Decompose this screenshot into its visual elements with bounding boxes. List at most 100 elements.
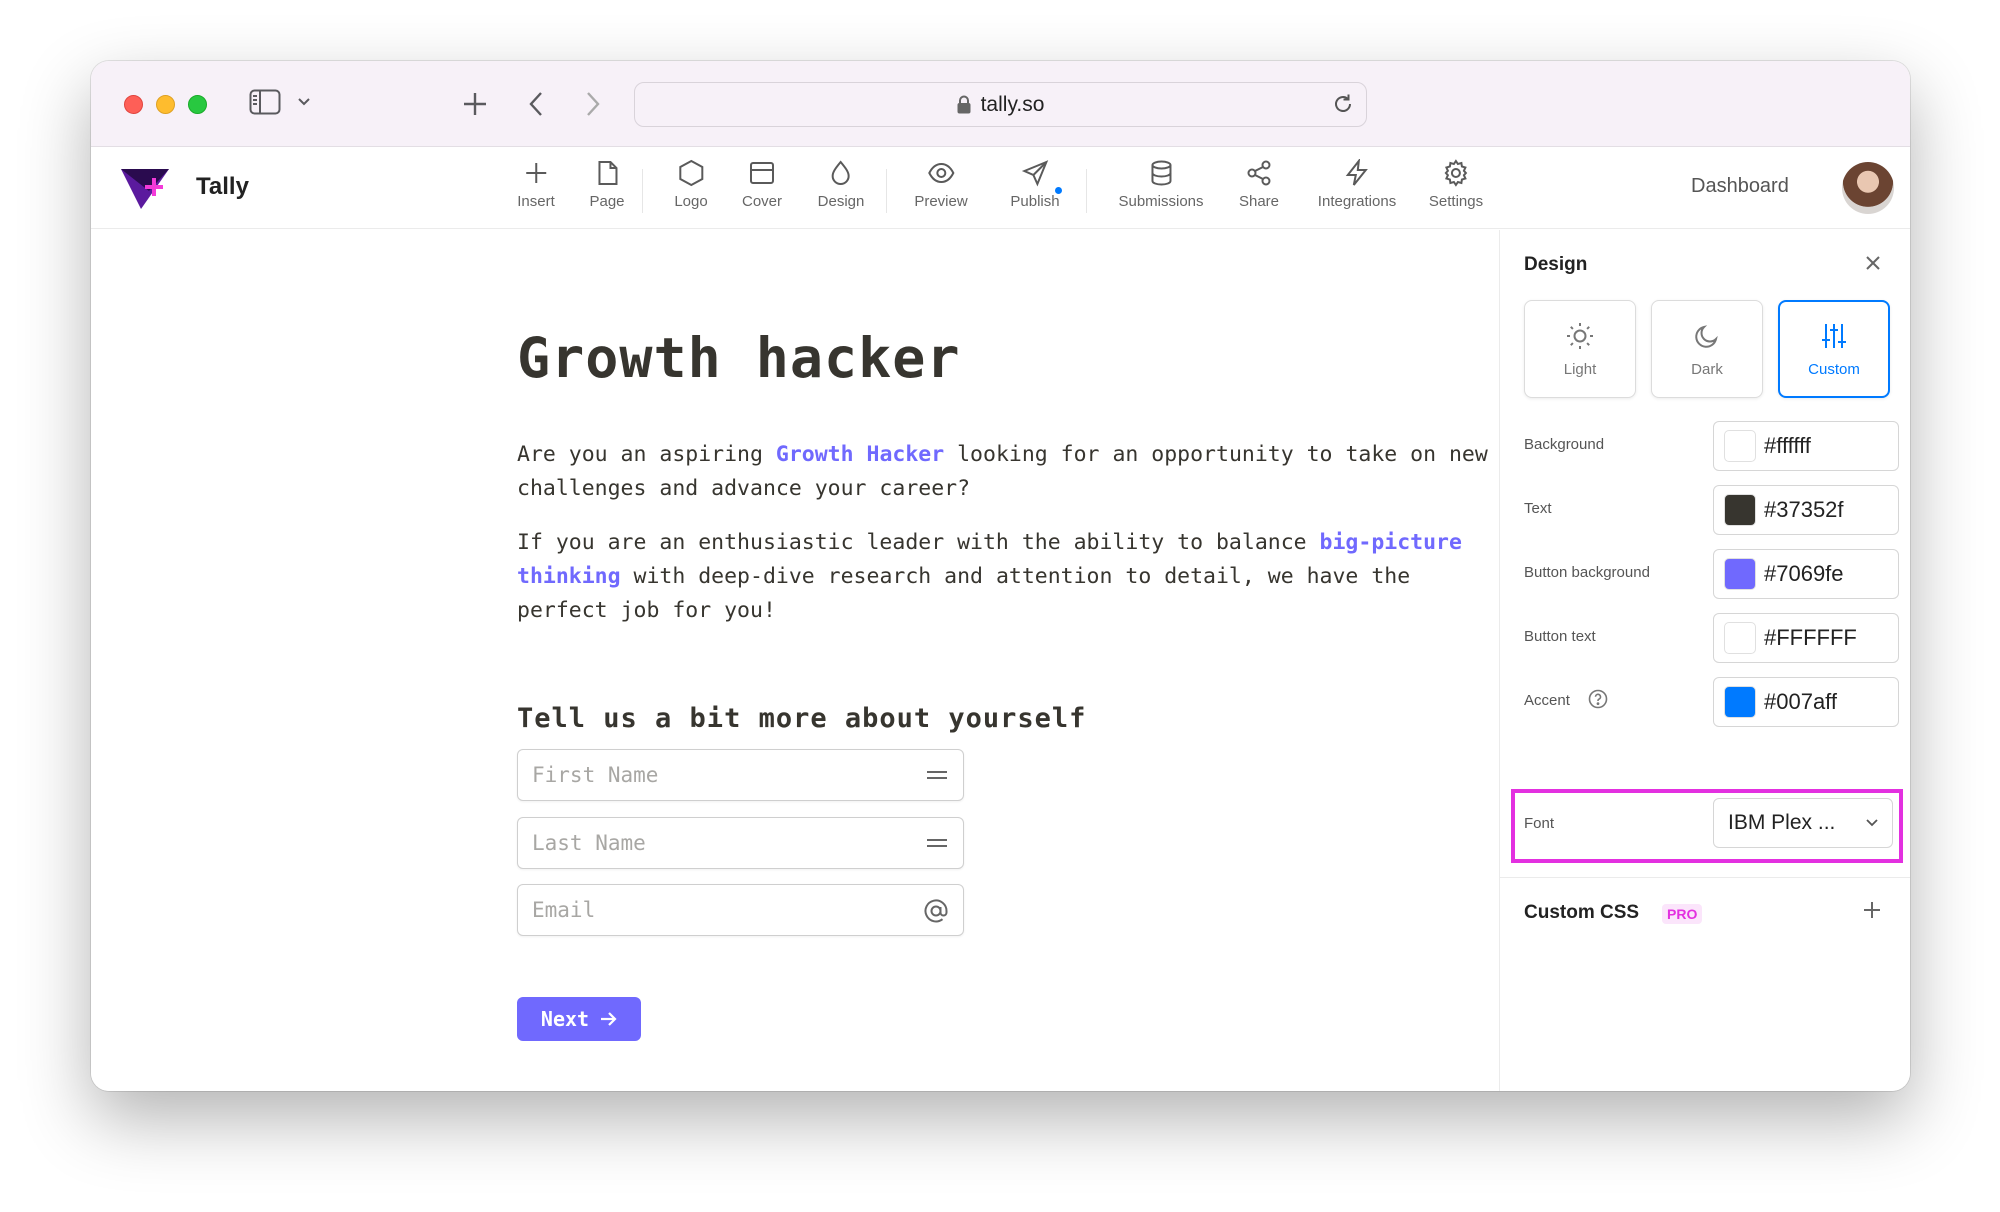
toolbar-insert-button[interactable]: Insert: [517, 159, 555, 210]
button-text-label: Button text: [1524, 628, 1596, 645]
toolbar-submissions-button[interactable]: Submissions: [1118, 159, 1204, 210]
toolbar-design-button[interactable]: Design: [818, 159, 864, 210]
tally-logo-icon[interactable]: [119, 165, 171, 211]
theme-label: Dark: [1691, 360, 1723, 378]
text-color-input[interactable]: #37352f: [1713, 485, 1899, 535]
lock-icon: [957, 95, 971, 114]
paragraph-highlight: Growth Hacker: [775, 442, 945, 467]
toolbar-label: Publish: [1010, 193, 1060, 210]
toolbar-label: Share: [1238, 193, 1280, 210]
plus-icon[interactable]: [1862, 900, 1882, 920]
accent-color-label: Accent: [1524, 692, 1570, 709]
next-button[interactable]: Next: [517, 997, 641, 1041]
section-title[interactable]: Tell us a bit more about yourself: [517, 703, 1086, 734]
browser-chrome: tally.so: [91, 61, 1910, 147]
toolbar-integrations-button[interactable]: Integrations: [1318, 159, 1396, 210]
short-text-icon: [927, 771, 947, 779]
browser-window: tally.so Tally Insert Page Logo Cover De…: [91, 61, 1910, 1091]
last-name-field[interactable]: [517, 817, 964, 869]
toolbar-cover-button[interactable]: Cover: [742, 159, 782, 210]
send-icon: [1021, 160, 1048, 187]
minimize-window-button[interactable]: [156, 95, 175, 114]
form-paragraph-2[interactable]: If you are an enthusiastic leader with t…: [517, 526, 1492, 628]
button-text-swatch[interactable]: [1724, 622, 1756, 654]
background-color-input[interactable]: #ffffff: [1713, 421, 1899, 471]
page-icon: [597, 161, 617, 185]
sliders-icon: [1822, 323, 1846, 348]
toolbar-preview-button[interactable]: Preview: [914, 159, 968, 210]
new-tab-icon[interactable]: [462, 91, 488, 117]
lightning-icon: [1345, 159, 1369, 186]
theme-dark-option[interactable]: Dark: [1651, 300, 1763, 398]
paragraph-text: If you are an enthusiastic leader with t…: [517, 530, 1320, 555]
button-background-label: Button background: [1524, 564, 1650, 581]
toolbar-publish-button[interactable]: Publish: [1010, 159, 1060, 210]
theme-custom-option[interactable]: Custom: [1778, 300, 1890, 398]
toolbar-divider: [642, 169, 643, 213]
moon-icon: [1695, 324, 1718, 348]
toolbar-label: Insert: [517, 193, 555, 210]
theme-light-option[interactable]: Light: [1524, 300, 1636, 398]
font-select[interactable]: IBM Plex ...: [1713, 798, 1893, 848]
toolbar-label: Preview: [914, 193, 968, 210]
accent-swatch[interactable]: [1724, 686, 1756, 718]
text-swatch[interactable]: [1724, 494, 1756, 526]
brand-name[interactable]: Tally: [196, 173, 249, 201]
zoom-window-button[interactable]: [188, 95, 207, 114]
background-swatch[interactable]: [1724, 430, 1756, 462]
button-text-input[interactable]: #FFFFFF: [1713, 613, 1899, 663]
plus-icon: [525, 163, 546, 183]
form-paragraph-1[interactable]: Are you an aspiring Growth Hacker lookin…: [517, 438, 1492, 506]
first-name-input[interactable]: [532, 763, 912, 787]
reload-icon[interactable]: [1332, 93, 1354, 115]
first-name-field[interactable]: [517, 749, 964, 801]
chevron-down-icon: [1866, 819, 1878, 827]
toolbar-share-button[interactable]: Share: [1239, 159, 1279, 210]
cover-icon: [749, 162, 774, 184]
form-canvas: Growth hacker Are you an aspiring Growth…: [91, 230, 1498, 1091]
close-icon[interactable]: [1864, 254, 1882, 272]
arrow-right-icon: [601, 1012, 617, 1026]
gear-icon: [1444, 159, 1468, 187]
droplet-icon: [831, 160, 850, 185]
email-input[interactable]: [532, 898, 912, 922]
paragraph-text: Are you an aspiring: [517, 442, 776, 467]
background-color-label: Background: [1524, 436, 1605, 453]
forward-icon[interactable]: [585, 90, 601, 118]
chevron-down-icon[interactable]: [297, 97, 311, 107]
hex-value[interactable]: #007aff: [1764, 689, 1837, 715]
avatar[interactable]: [1842, 162, 1894, 214]
address-bar[interactable]: tally.so: [634, 82, 1367, 127]
form-title[interactable]: Growth hacker: [517, 326, 960, 390]
text-color-label: Text: [1524, 500, 1552, 517]
toolbar-page-button[interactable]: Page: [589, 159, 625, 210]
toolbar-settings-button[interactable]: Settings: [1429, 159, 1483, 210]
hex-value[interactable]: #37352f: [1764, 497, 1844, 523]
toolbar-divider: [1086, 169, 1087, 213]
button-background-input[interactable]: #7069fe: [1713, 549, 1899, 599]
toolbar-logo-button[interactable]: Logo: [674, 159, 708, 210]
font-label: Font: [1524, 815, 1555, 832]
dashboard-link[interactable]: Dashboard: [1691, 175, 1789, 198]
accent-color-input[interactable]: #007aff: [1713, 677, 1899, 727]
button-background-swatch[interactable]: [1724, 558, 1756, 590]
publish-status-dot: [1053, 185, 1064, 196]
last-name-input[interactable]: [532, 831, 912, 855]
sidebar-toggle-icon[interactable]: [249, 89, 281, 115]
custom-css-title[interactable]: Custom CSS: [1524, 902, 1639, 924]
database-icon: [1150, 160, 1171, 186]
hex-value[interactable]: #ffffff: [1764, 433, 1811, 459]
design-panel: Design Light Dark Custom Background #fff…: [1499, 230, 1910, 1091]
hex-value[interactable]: #FFFFFF: [1764, 625, 1857, 651]
hexagon-icon: [679, 159, 703, 187]
app-toolbar: Tally Insert Page Logo Cover Design Prev…: [91, 147, 1910, 229]
next-button-label: Next: [540, 1007, 590, 1031]
toolbar-label: Integrations: [1317, 193, 1397, 210]
help-circle-icon[interactable]: [1588, 689, 1608, 709]
email-field[interactable]: [517, 884, 964, 936]
close-window-button[interactable]: [124, 95, 143, 114]
short-text-icon: [927, 839, 947, 847]
sun-icon: [1567, 322, 1593, 349]
back-icon[interactable]: [528, 90, 544, 118]
hex-value[interactable]: #7069fe: [1764, 561, 1844, 587]
